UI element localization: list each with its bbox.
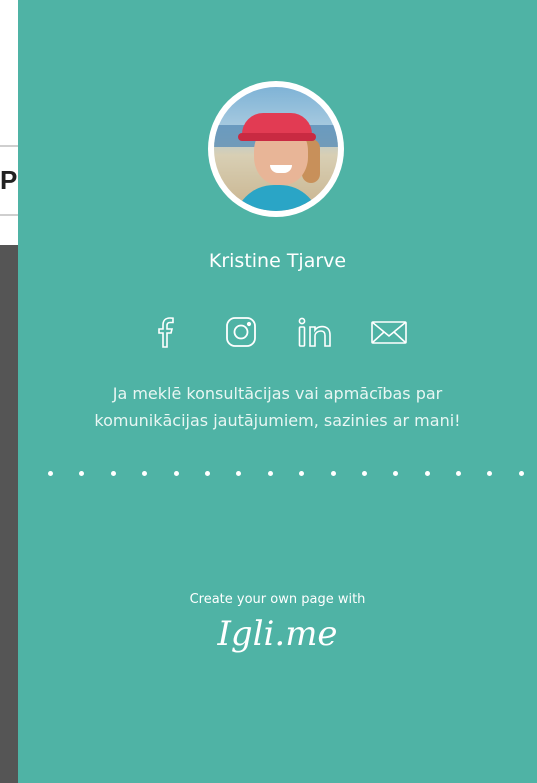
create-page-prompt[interactable]: Create your own page with (18, 592, 537, 607)
background-dark-strip (0, 245, 18, 783)
background-partial-text: P (0, 165, 18, 195)
dotted-divider (48, 471, 524, 476)
bio-line: komunikācijas jautājumiem, sazinies ar m… (94, 411, 461, 430)
avatar-photo (214, 87, 338, 211)
social-links (18, 312, 537, 352)
profile-name: Kristine Tjarve (208, 250, 347, 272)
igli-brand-link[interactable]: Igli.me (18, 614, 537, 654)
linkedin-icon[interactable] (295, 312, 335, 352)
profile-bio: Ja meklē konsultācijas vai apmācības par… (28, 380, 527, 434)
avatar (208, 81, 344, 217)
facebook-icon[interactable] (147, 312, 187, 352)
profile-card: Kristine Tjarve Ja meklē konsultācijas v… (18, 0, 537, 783)
email-icon[interactable] (369, 312, 409, 352)
instagram-icon[interactable] (221, 312, 261, 352)
bio-line: Ja meklē konsultācijas vai apmācības par (112, 384, 443, 403)
